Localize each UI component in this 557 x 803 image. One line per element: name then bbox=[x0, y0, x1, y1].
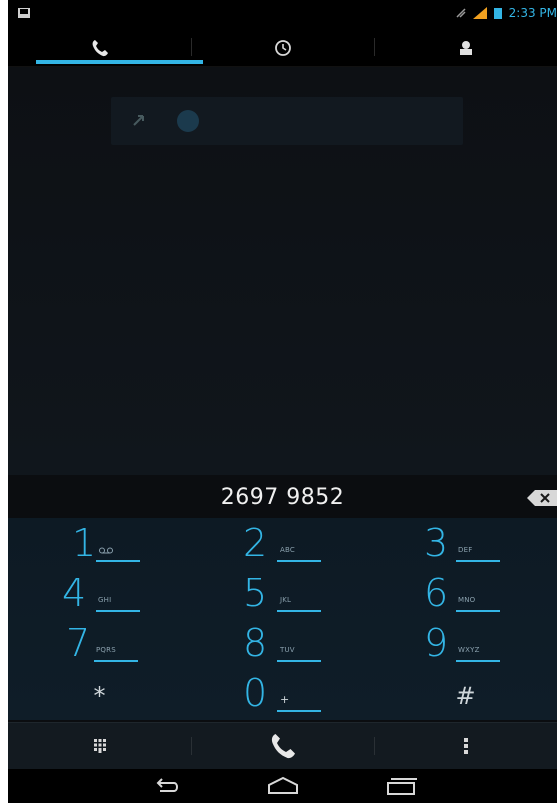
clock-icon bbox=[274, 40, 291, 56]
status-icons: 2:33 PM bbox=[455, 6, 557, 20]
phone-icon bbox=[92, 40, 108, 57]
key-letters: GHI bbox=[98, 596, 112, 604]
contact-avatar bbox=[177, 110, 199, 132]
key-digit: 4 bbox=[62, 571, 87, 615]
key-9[interactable]: 9 WXYZ bbox=[374, 618, 557, 668]
key-underline bbox=[456, 610, 500, 612]
key-digit: 7 bbox=[66, 621, 91, 665]
key-underline bbox=[456, 660, 500, 662]
navigation-bar bbox=[8, 769, 557, 803]
key-letters: WXYZ bbox=[458, 646, 480, 654]
recent-apps-icon[interactable] bbox=[385, 775, 419, 797]
key-underline bbox=[277, 660, 321, 662]
key-digit: 6 bbox=[424, 571, 449, 615]
key-8[interactable]: 8 TUV bbox=[191, 618, 374, 668]
status-time: 2:33 PM bbox=[508, 6, 557, 20]
key-7[interactable]: 7 PQRS bbox=[8, 618, 191, 668]
key-digit: 5 bbox=[243, 571, 268, 615]
key-6[interactable]: 6 MNO bbox=[374, 568, 557, 618]
key-underline bbox=[94, 660, 138, 662]
key-letters: JKL bbox=[280, 596, 292, 604]
key-3[interactable]: 3 DEF bbox=[374, 518, 557, 568]
key-star[interactable]: * bbox=[8, 668, 191, 718]
key-underline bbox=[277, 710, 321, 712]
key-digit: 8 bbox=[243, 621, 268, 665]
missed-call-icon bbox=[133, 115, 144, 126]
key-2[interactable]: 2 ABC bbox=[191, 518, 374, 568]
key-letters: TUV bbox=[280, 646, 295, 654]
overflow-menu-icon bbox=[463, 738, 468, 754]
key-underline bbox=[277, 610, 321, 612]
battery-icon bbox=[493, 8, 502, 19]
key-digit: 2 bbox=[243, 521, 268, 565]
call-log-area bbox=[8, 67, 557, 475]
call-icon bbox=[271, 734, 295, 759]
key-1[interactable]: 1 bbox=[8, 518, 191, 568]
key-letters: ABC bbox=[280, 546, 295, 554]
dialpad-icon bbox=[93, 739, 106, 753]
recent-call-card[interactable] bbox=[111, 97, 463, 145]
backspace-icon[interactable] bbox=[527, 488, 557, 508]
key-underline bbox=[456, 560, 500, 562]
tab-call-log[interactable] bbox=[191, 28, 374, 68]
dialer-screen: 2:33 PM 2697 9852 1 2 ABC 3 DEF 4 GHI 5 … bbox=[8, 0, 557, 803]
action-bar bbox=[8, 722, 557, 769]
person-icon bbox=[459, 41, 472, 55]
key-digit: 1 bbox=[72, 521, 97, 565]
selected-tab-indicator bbox=[36, 60, 203, 64]
key-underline bbox=[277, 560, 321, 562]
back-icon[interactable] bbox=[150, 775, 184, 797]
key-5[interactable]: 5 JKL bbox=[191, 568, 374, 618]
key-pound[interactable]: # bbox=[374, 668, 557, 718]
vibrate-icon bbox=[456, 8, 466, 18]
dialpad-button[interactable] bbox=[8, 723, 191, 769]
tab-contacts[interactable] bbox=[374, 28, 557, 68]
overflow-menu-button[interactable] bbox=[374, 723, 557, 769]
call-button[interactable] bbox=[191, 723, 374, 769]
key-digit: * bbox=[93, 682, 106, 710]
voicemail-icon bbox=[99, 547, 113, 554]
key-0[interactable]: 0 + bbox=[191, 668, 374, 718]
status-bar: 2:33 PM bbox=[8, 0, 557, 28]
key-letters: DEF bbox=[458, 546, 473, 554]
signal-icon bbox=[472, 7, 487, 19]
key-letters: + bbox=[280, 693, 290, 706]
key-letters: PQRS bbox=[96, 646, 116, 654]
screenshot-icon bbox=[18, 8, 30, 18]
dialed-number: 2697 9852 bbox=[220, 484, 345, 510]
key-digit: 0 bbox=[243, 671, 268, 715]
keypad: 1 2 ABC 3 DEF 4 GHI 5 JKL 6 MNO 7 PQRS 8… bbox=[8, 518, 557, 720]
home-icon[interactable] bbox=[266, 775, 300, 797]
key-4[interactable]: 4 GHI bbox=[8, 568, 191, 618]
key-underline bbox=[96, 610, 140, 612]
key-digit: 3 bbox=[424, 521, 449, 565]
key-underline bbox=[96, 560, 140, 562]
dial-display: 2697 9852 bbox=[8, 477, 557, 517]
key-digit: 9 bbox=[424, 621, 449, 665]
key-letters: MNO bbox=[458, 596, 476, 604]
key-digit: # bbox=[455, 682, 476, 710]
